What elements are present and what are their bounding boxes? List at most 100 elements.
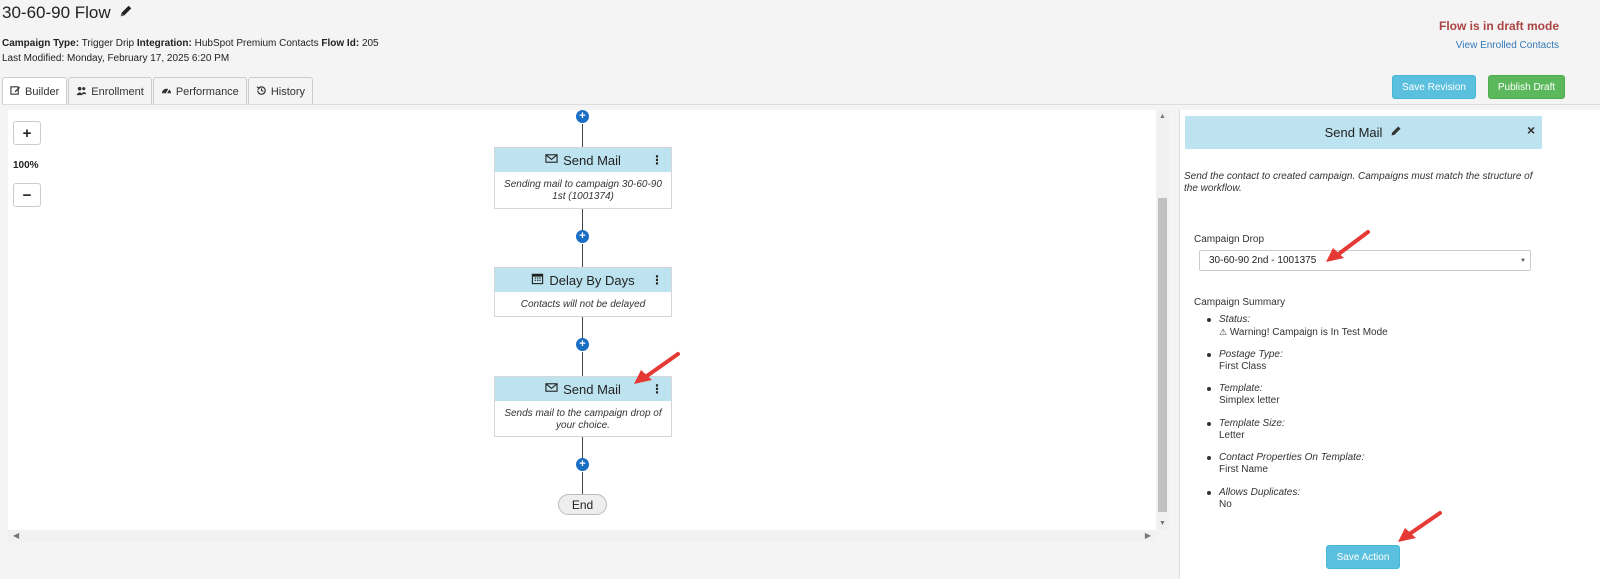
calendar-icon: [531, 272, 544, 288]
summary-value: Simplex letter: [1219, 395, 1280, 407]
flow-node-send-mail[interactable]: Send Mail ⋮ Sending mail to campaign 30-…: [494, 147, 672, 209]
warning-icon: ⚠: [1219, 327, 1228, 337]
connector-line: [582, 317, 583, 339]
chevron-down-icon: ▼: [1520, 258, 1526, 264]
scroll-up-icon[interactable]: ▲: [1159, 113, 1166, 120]
users-icon: [76, 85, 87, 99]
tab-label: Enrollment: [91, 85, 144, 98]
draft-status: Flow is in draft mode: [1438, 19, 1559, 33]
summary-key: Template Size:: [1219, 417, 1285, 429]
tab-enrollment[interactable]: Enrollment: [68, 77, 152, 105]
add-step-icon[interactable]: +: [576, 110, 589, 123]
campaign-drop-label: Campaign Drop: [1194, 234, 1265, 245]
zoom-out-button[interactable]: −: [13, 183, 41, 207]
summary-item: Template: Simplex letter: [1204, 383, 1388, 418]
summary-key: Contact Properties On Template:: [1219, 452, 1365, 464]
publish-draft-button[interactable]: Publish Draft: [1488, 75, 1565, 99]
summary-item: Contact Properties On Template: First Na…: [1204, 452, 1388, 487]
kebab-menu-icon[interactable]: ⋮: [651, 153, 663, 167]
scroll-right-icon[interactable]: ▶: [1145, 531, 1151, 540]
summary-item: Allows Duplicates: No: [1204, 487, 1388, 522]
summary-value: First Name: [1219, 464, 1268, 476]
connector-line: [582, 352, 583, 376]
history-icon: [256, 85, 267, 99]
node-description: Sending mail to campaign 30-60-90 1st (1…: [504, 179, 662, 202]
add-step-icon[interactable]: +: [576, 230, 589, 243]
node-title: Delay By Days: [549, 272, 635, 288]
connector-line: [582, 437, 583, 459]
tab-label: Builder: [25, 85, 60, 98]
scroll-down-icon[interactable]: ▼: [1159, 520, 1166, 527]
selected-value: 30-60-90 2nd - 1001375: [1209, 255, 1317, 266]
integration-label: Integration:: [136, 38, 192, 49]
node-title: Send Mail: [563, 381, 621, 397]
tab-performance[interactable]: Performance: [152, 77, 247, 105]
campaign-type-label: Campaign Type:: [2, 38, 80, 49]
save-action-button[interactable]: Save Action: [1326, 545, 1400, 569]
campaign-summary-list: Status: ⚠ Warning! Campaign is In Test M…: [1204, 314, 1388, 522]
summary-value-text: Warning! Campaign is In Test Mode: [1229, 327, 1388, 338]
canvas-vertical-scrollbar[interactable]: ▲ ▼: [1156, 110, 1169, 530]
node-header: Delay By Days ⋮: [495, 268, 671, 292]
tab-label: History: [270, 85, 306, 98]
summary-item: Postage Type: First Class: [1204, 349, 1388, 384]
tab-builder[interactable]: Builder: [2, 77, 68, 105]
tab-bar: Builder Enrollment Performance History: [2, 77, 314, 105]
view-enrolled-contacts-link[interactable]: View Enrolled Contacts: [1456, 40, 1559, 51]
summary-item: Status: ⚠ Warning! Campaign is In Test M…: [1204, 314, 1388, 349]
node-title: Send Mail: [563, 152, 621, 168]
tab-history[interactable]: History: [247, 77, 314, 105]
tab-divider: [2, 104, 1600, 105]
end-node[interactable]: End: [558, 494, 607, 515]
annotation-arrow-icon: [1326, 230, 1370, 262]
node-header: Send Mail ⋮: [495, 148, 671, 172]
summary-key: Status:: [1219, 314, 1251, 325]
panel-title: Send Mail: [1324, 125, 1383, 140]
kebab-menu-icon[interactable]: ⋮: [651, 273, 663, 287]
zoom-in-button[interactable]: +: [13, 121, 41, 145]
flow-id-label: Flow Id:: [321, 38, 360, 49]
flow-node-delay-by-days[interactable]: Delay By Days ⋮ Contacts will not be del…: [494, 267, 672, 317]
zoom-level: 100%: [13, 160, 39, 171]
envelope-icon: [545, 152, 558, 168]
scroll-left-icon[interactable]: ◀: [13, 531, 19, 540]
integration-value: HubSpot Premium Contacts: [194, 38, 319, 49]
campaign-summary-label: Campaign Summary: [1194, 297, 1286, 308]
envelope-icon: [545, 381, 558, 397]
connector-line: [582, 209, 583, 231]
summary-value: No: [1219, 498, 1232, 510]
summary-key: Template:: [1219, 383, 1263, 395]
close-icon[interactable]: ×: [1527, 122, 1535, 138]
summary-value: Letter: [1219, 429, 1245, 441]
summary-key: Postage Type:: [1219, 348, 1283, 360]
summary-value: First Class: [1219, 360, 1267, 372]
last-modified: Last Modified: Monday, February 17, 2025…: [2, 53, 229, 64]
pencil-icon[interactable]: [1390, 125, 1402, 140]
node-description: Sends mail to the campaign drop of your …: [504, 408, 662, 431]
annotation-arrow-icon: [634, 352, 680, 384]
add-step-icon[interactable]: +: [576, 458, 589, 471]
connector-line: [582, 124, 583, 147]
last-modified-value: Monday, February 17, 2025 6:20 PM: [67, 53, 230, 64]
panel-description: Send the contact to created campaign. Ca…: [1184, 171, 1533, 194]
annotation-arrow-icon: [1398, 511, 1442, 542]
edit-icon: [10, 85, 21, 99]
flow-title: 30-60-90 Flow: [2, 3, 111, 22]
connector-line: [582, 472, 583, 494]
save-revision-button[interactable]: Save Revision: [1392, 75, 1476, 99]
add-step-icon[interactable]: +: [576, 338, 589, 351]
panel-header: Send Mail: [1185, 116, 1542, 149]
summary-key: Allows Duplicates:: [1219, 486, 1301, 498]
tab-label: Performance: [175, 85, 239, 98]
summary-item: Template Size: Letter: [1204, 418, 1388, 453]
campaign-meta: Campaign Type: Trigger Drip Integration:…: [2, 38, 379, 49]
summary-value: ⚠ Warning! Campaign is In Test Mode: [1219, 326, 1388, 339]
campaign-type-value: Trigger Drip: [81, 38, 135, 49]
connector-line: [582, 244, 583, 267]
last-modified-label: Last Modified:: [2, 53, 65, 64]
canvas-horizontal-scrollbar[interactable]: ◀ ▶: [8, 530, 1156, 542]
flow-id-value: 205: [361, 38, 379, 49]
scrollbar-thumb[interactable]: [1158, 198, 1167, 512]
node-description: Contacts will not be delayed: [520, 299, 646, 310]
pencil-icon[interactable]: [119, 3, 133, 23]
